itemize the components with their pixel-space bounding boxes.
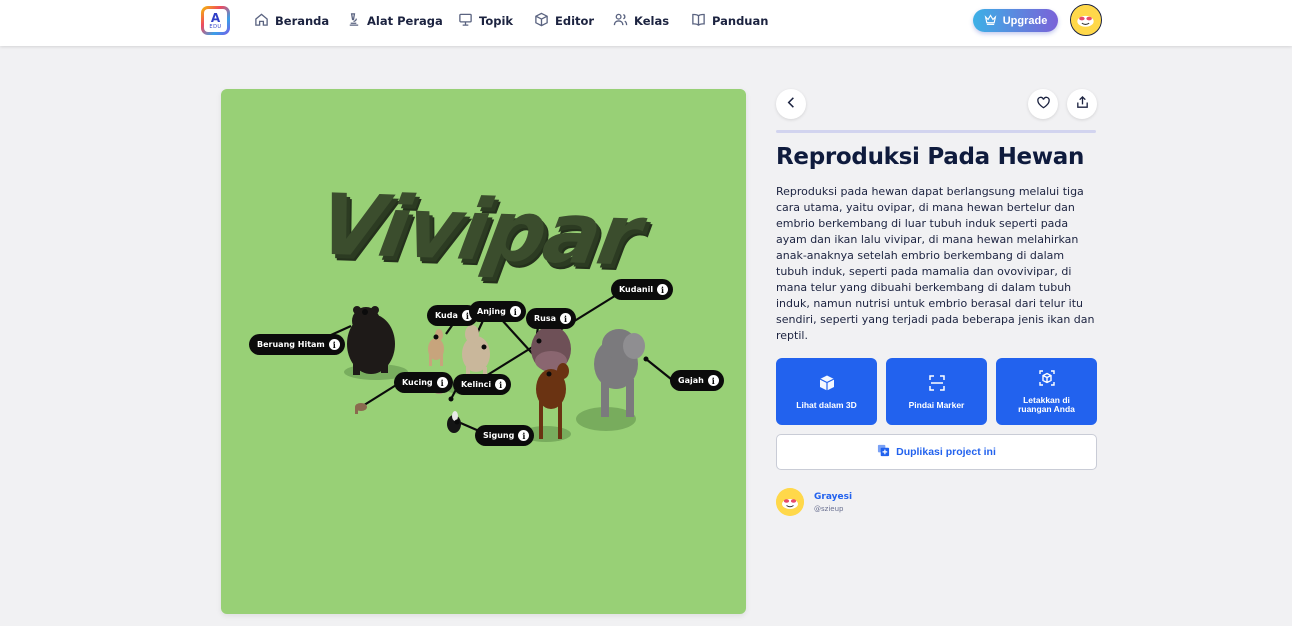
- app-logo[interactable]: A EDU: [201, 6, 230, 35]
- nav-label: Editor: [555, 14, 595, 28]
- nav-label: Kelas: [634, 14, 670, 28]
- description: Reproduksi pada hewan dapat berlangsung …: [776, 185, 1095, 342]
- nav-item-editor[interactable]: Editor: [534, 12, 594, 30]
- action-label: Lihat dalam 3D: [796, 399, 857, 410]
- users-icon: [613, 12, 628, 31]
- ar-cube-icon: [1038, 369, 1056, 390]
- avatar-face-icon: [1071, 5, 1100, 34]
- duplicate-label: Duplikasi project ini: [896, 446, 996, 458]
- upgrade-label: Upgrade: [1002, 14, 1048, 27]
- info-icon[interactable]: i: [518, 430, 530, 441]
- top-navbar: A EDU Beranda Alat Peraga Topik Editor K…: [0, 0, 1292, 46]
- label-text: Beruang Hitam: [257, 340, 325, 349]
- info-icon[interactable]: i: [707, 375, 719, 386]
- action-label: Pindai Marker: [908, 399, 965, 410]
- nav-label: Beranda: [275, 14, 330, 28]
- book-icon: [691, 12, 706, 31]
- label-gajah[interactable]: Gajah i: [670, 370, 724, 391]
- avatar-face-icon: [776, 488, 804, 516]
- logo-inner: A EDU: [204, 9, 227, 32]
- info-icon[interactable]: i: [436, 377, 448, 388]
- label-text: Kucing: [402, 378, 433, 387]
- logo-sub: EDU: [209, 23, 222, 30]
- presentation-icon: [458, 12, 473, 31]
- favorite-button[interactable]: [1028, 89, 1058, 119]
- home-icon: [254, 12, 269, 31]
- nav-item-panduan[interactable]: Panduan: [691, 12, 768, 30]
- nav-item-beranda[interactable]: Beranda: [254, 12, 329, 30]
- action-label: Letakkan di ruangan Anda: [1018, 395, 1075, 414]
- divider: [776, 130, 1096, 133]
- scan-marker-button[interactable]: Pindai Marker: [886, 358, 987, 425]
- label-text: Kelinci: [461, 380, 492, 389]
- info-icon[interactable]: i: [495, 379, 507, 390]
- logo-letter: A: [210, 10, 221, 25]
- info-icon[interactable]: i: [509, 306, 521, 317]
- author-name[interactable]: Grayesi: [814, 492, 852, 502]
- view-3d-button[interactable]: Lihat dalam 3D: [776, 358, 877, 425]
- scan-icon: [928, 374, 946, 395]
- page-title: Reproduksi Pada Hewan: [776, 144, 1085, 170]
- label-text: Rusa: [534, 314, 557, 323]
- microscope-icon: [346, 12, 361, 31]
- info-icon[interactable]: i: [328, 339, 340, 350]
- label-beruang-hitam[interactable]: Beruang Hitam i: [249, 334, 345, 355]
- author-avatar[interactable]: [776, 488, 804, 516]
- back-button[interactable]: [776, 89, 806, 119]
- place-in-room-button[interactable]: Letakkan di ruangan Anda: [996, 358, 1097, 425]
- nav-label: Alat Peraga: [367, 14, 443, 28]
- upgrade-button[interactable]: Upgrade: [973, 9, 1058, 32]
- crown-icon: [984, 13, 997, 29]
- label-rusa[interactable]: Rusa i: [526, 308, 577, 329]
- author-handle: @szieup: [814, 505, 844, 513]
- nav-label: Panduan: [712, 14, 769, 28]
- label-kucing[interactable]: Kucing i: [394, 372, 453, 393]
- label-text: Kuda: [435, 311, 458, 320]
- label-kudanil[interactable]: Kudanil i: [611, 279, 674, 300]
- nav-item-alat-peraga[interactable]: Alat Peraga: [346, 12, 443, 30]
- share-icon: [1075, 95, 1090, 113]
- info-icon[interactable]: i: [657, 284, 669, 295]
- nav-item-topik[interactable]: Topik: [458, 12, 513, 30]
- label-kelinci[interactable]: Kelinci i: [453, 374, 512, 395]
- label-sigung[interactable]: Sigung i: [475, 425, 535, 446]
- share-button[interactable]: [1067, 89, 1097, 119]
- label-text: Sigung: [483, 431, 515, 440]
- user-avatar[interactable]: [1070, 4, 1102, 36]
- duplicate-icon: [877, 444, 890, 460]
- cube-icon: [534, 12, 549, 31]
- label-text: Gajah: [678, 376, 704, 385]
- label-text: Anjing: [477, 307, 506, 316]
- label-text: Kudanil: [619, 285, 654, 294]
- nav-item-kelas[interactable]: Kelas: [613, 12, 669, 30]
- heart-icon: [1036, 95, 1051, 113]
- nav-label: Topik: [479, 14, 514, 28]
- model-preview[interactable]: Vivipar Beruang Hitam i Kuda i Anjing i …: [221, 89, 746, 614]
- cube-icon: [818, 374, 836, 395]
- chevron-left-icon: [784, 95, 799, 113]
- duplicate-project-button[interactable]: Duplikasi project ini: [776, 434, 1097, 470]
- info-icon[interactable]: i: [560, 313, 572, 324]
- label-anjing[interactable]: Anjing i: [469, 301, 526, 322]
